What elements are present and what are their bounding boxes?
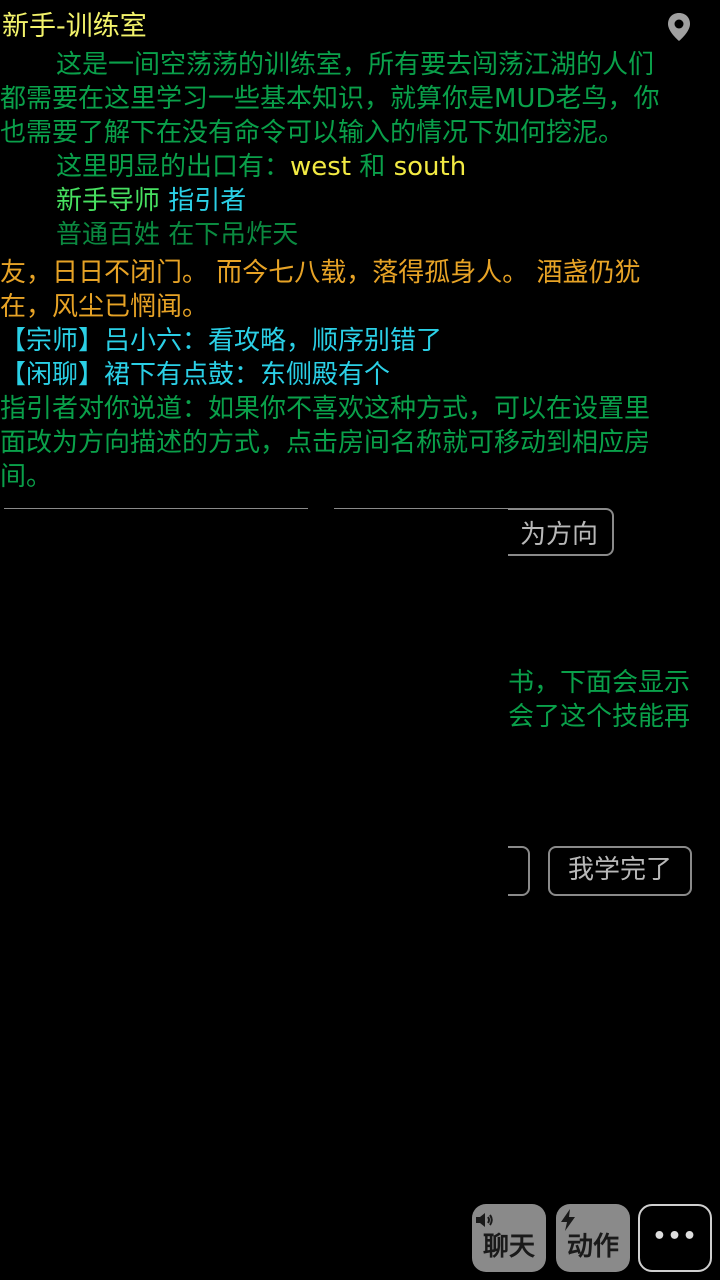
more-button[interactable]: ••• (638, 1204, 712, 1272)
speaker-icon (476, 1213, 493, 1227)
description-line: 也需要了解下在没有命令可以输入的情况下如何挖泥。 (0, 118, 625, 148)
exits-line: 这里明显的出口有：west 和 south (0, 150, 720, 184)
action-button[interactable]: 动作 (556, 1204, 630, 1272)
lightning-icon (561, 1209, 575, 1231)
room-description: 这是一间空荡荡的训练室，所有要去闯荡江湖的人们 都需要在这里学习一些基本知识，就… (0, 48, 712, 150)
tutorial-text-fragment: 书，下面会显示 (508, 668, 691, 698)
guide-line: 指引者对你说道：如果你不喜欢这种方式，可以在设置里 (0, 394, 651, 424)
poem-line: 友，日日不闭门。 而今七八载，落得孤身人。 酒盏仍犹 (0, 258, 641, 288)
map-pin-icon[interactable] (666, 12, 692, 42)
exit-south[interactable]: south (394, 152, 467, 182)
chat-message: 【宗师】吕小六：看攻略，顺序别错了 (0, 326, 443, 356)
exits-prefix: 这里明显的出口有： (56, 152, 291, 182)
npc-guide[interactable]: 新手导师 指引者 (0, 184, 720, 218)
change-direction-button[interactable]: 为方向 (508, 508, 614, 556)
poem-text: 友，日日不闭门。 而今七八载，落得孤身人。 酒盏仍犹 在，风尘已惘闻。 (0, 256, 712, 324)
chat-message: 【闲聊】裙下有点鼓：东侧殿有个 (0, 360, 391, 390)
chat-label: 聊天 (482, 1232, 535, 1262)
tutorial-text-fragment: 会了这个技能再 (508, 702, 691, 732)
action-label: 动作 (566, 1232, 619, 1262)
more-dots-icon: ••• (652, 1224, 698, 1249)
npc-title: 新手导师 (56, 186, 161, 216)
partial-button[interactable] (508, 846, 530, 896)
divider (4, 508, 308, 509)
description-line: 这是一间空荡荡的训练室，所有要去闯荡江湖的人们 (56, 50, 655, 80)
npc-name: 指引者 (160, 186, 247, 216)
guide-line: 面改为方向描述的方式，点击房间名称就可移动到相应房 (0, 428, 651, 458)
room-title[interactable]: 新手-训练室 (2, 4, 147, 43)
chat-button[interactable]: 聊天 (472, 1204, 546, 1272)
divider (334, 508, 510, 509)
npc-commoner[interactable]: 普通百姓 在下吊炸天 (0, 218, 720, 252)
finished-learning-button[interactable]: 我学完了 (548, 846, 692, 896)
guide-line: 间。 (0, 462, 53, 492)
exits-conjunction: 和 (351, 152, 394, 182)
exit-west[interactable]: west (290, 152, 351, 182)
description-line: 都需要在这里学习一些基本知识，就算你是MUD老鸟，你 (0, 84, 660, 114)
poem-line: 在，风尘已惘闻。 (0, 292, 209, 322)
guide-message: 指引者对你说道：如果你不喜欢这种方式，可以在设置里 面改为方向描述的方式，点击房… (0, 392, 712, 494)
